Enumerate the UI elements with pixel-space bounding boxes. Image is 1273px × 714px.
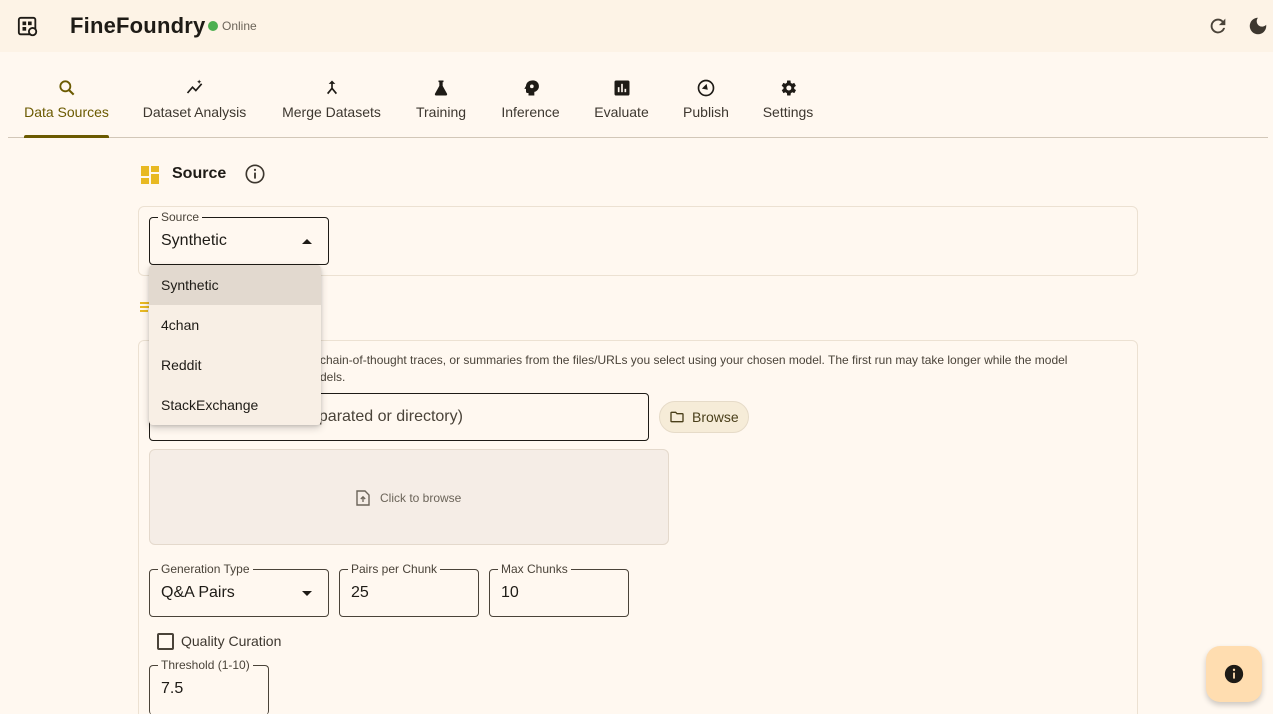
tab-label: Merge Datasets: [282, 104, 381, 120]
file-upload-icon: [356, 490, 370, 506]
browse-label: Browse: [692, 409, 739, 425]
tab-label: Evaluate: [594, 104, 649, 120]
main-tabs: Data Sources Dataset Analysis Merge Data…: [8, 52, 1268, 138]
app-title: FineFoundry: [70, 13, 206, 38]
field-value: 10: [501, 584, 519, 601]
bar-chart-icon: [614, 80, 629, 96]
flask-icon: [434, 80, 448, 96]
info-fab-button[interactable]: [1206, 646, 1262, 702]
search-icon: [58, 80, 74, 96]
field-value: Q&A Pairs: [161, 584, 235, 601]
merge-icon: [326, 80, 337, 95]
tab-label: Training: [415, 104, 467, 120]
section-title: Source: [172, 165, 227, 182]
source-dropdown-menu: Synthetic 4chan Reddit StackExchange: [149, 265, 321, 425]
field-value: 25: [351, 584, 369, 601]
tab-label: Dataset Analysis: [142, 104, 247, 120]
info-icon: [1224, 664, 1244, 684]
app-bar: FineFoundry Online: [0, 0, 1273, 52]
description-text: chain-of-thought traces, or summaries fr…: [320, 352, 1120, 386]
status-indicator-dot: [208, 21, 218, 31]
menu-item-4chan[interactable]: 4chan: [149, 305, 321, 345]
dashboard-icon: [141, 166, 159, 184]
gear-icon: [781, 80, 796, 96]
field-label: Max Chunks: [498, 562, 571, 576]
tab-inference[interactable]: Inference: [499, 78, 562, 138]
tab-label: Data Sources: [24, 104, 109, 120]
menu-item-stackexchange[interactable]: StackExchange: [149, 385, 321, 425]
tab-training[interactable]: Training: [415, 78, 467, 138]
insights-icon: [186, 79, 202, 94]
tab-dataset-analysis[interactable]: Dataset Analysis: [141, 78, 248, 138]
paths-placeholder: eparated or directory): [310, 408, 463, 425]
tab-publish[interactable]: Publish: [681, 78, 731, 138]
threshold-input[interactable]: Threshold (1-10) 7.5: [149, 658, 269, 714]
description-line: dels.: [320, 370, 346, 384]
drop-text: Click to browse: [380, 491, 462, 505]
max-chunks-input[interactable]: Max Chunks 10: [489, 562, 629, 617]
quality-curation-label: Quality Curation: [181, 633, 282, 649]
pairs-per-chunk-input[interactable]: Pairs per Chunk 25: [339, 562, 479, 617]
field-value: Synthetic: [161, 232, 227, 249]
folder-icon: [670, 411, 684, 423]
caret-up-icon: [302, 239, 312, 244]
tab-merge-datasets[interactable]: Merge Datasets: [280, 78, 383, 138]
field-label: Threshold (1-10): [158, 658, 253, 672]
tab-label: Settings: [762, 104, 814, 120]
field-label: Generation Type: [158, 562, 253, 576]
tab-label: Inference: [501, 104, 560, 120]
quality-curation-checkbox[interactable]: [157, 633, 174, 650]
psychology-icon: [523, 80, 539, 96]
status-text: Online: [222, 19, 257, 33]
generation-type-select[interactable]: Generation Type Q&A Pairs: [149, 562, 329, 617]
active-tab-indicator: [24, 135, 109, 138]
dark-mode-icon[interactable]: [1247, 15, 1269, 37]
description-line: chain-of-thought traces, or summaries fr…: [320, 353, 1068, 367]
tab-data-sources[interactable]: Data Sources: [24, 78, 109, 138]
publish-icon: [697, 79, 715, 97]
menu-item-reddit[interactable]: Reddit: [149, 345, 321, 385]
field-label: Pairs per Chunk: [348, 562, 441, 576]
caret-down-icon: [302, 591, 312, 596]
field-value: 7.5: [161, 680, 184, 697]
dataset-logo-icon: [17, 16, 38, 37]
menu-item-synthetic[interactable]: Synthetic: [149, 265, 321, 305]
tab-evaluate[interactable]: Evaluate: [593, 78, 650, 138]
source-select[interactable]: Source Synthetic: [149, 210, 329, 265]
file-drop-zone[interactable]: Click to browse: [149, 449, 669, 545]
refresh-icon[interactable]: [1207, 15, 1229, 37]
tab-label: Publish: [683, 104, 729, 120]
browse-button[interactable]: Browse: [659, 401, 749, 433]
tab-settings[interactable]: Settings: [761, 78, 815, 138]
info-icon[interactable]: [244, 163, 266, 185]
field-label: Source: [158, 210, 203, 224]
